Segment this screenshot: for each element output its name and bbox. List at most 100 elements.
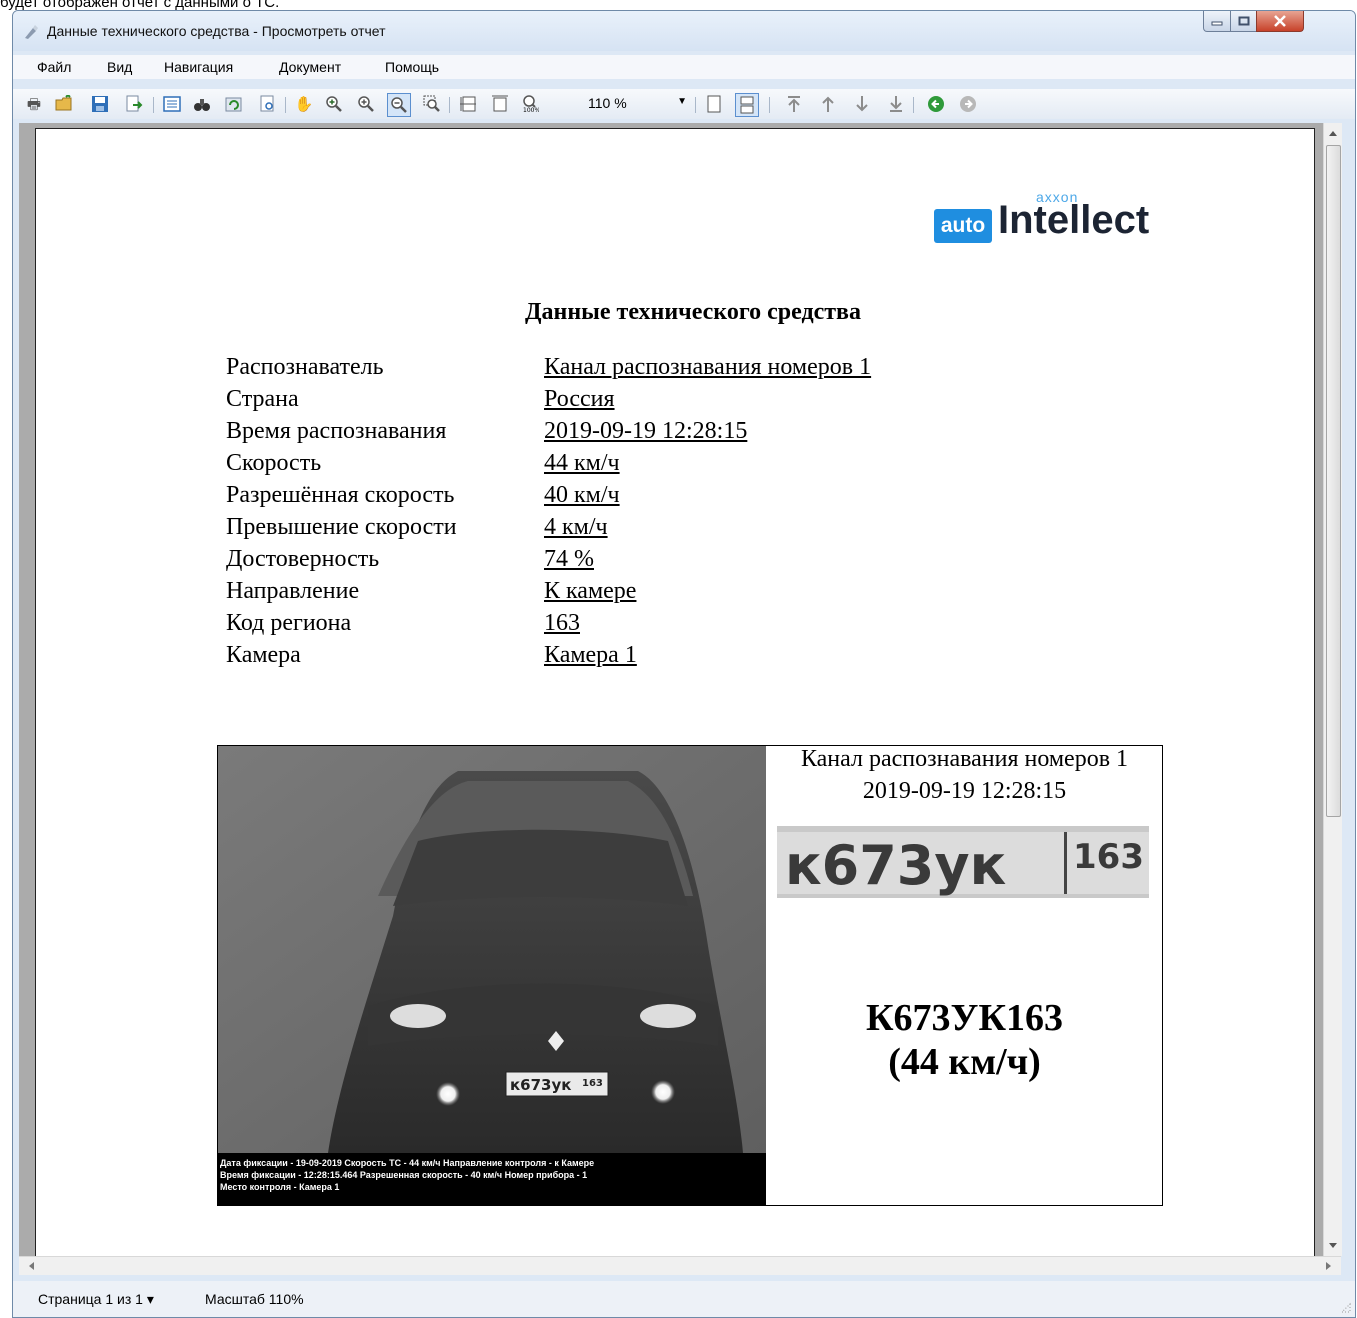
minimize-button[interactable] — [1203, 11, 1231, 32]
scroll-right-icon[interactable] — [1325, 1261, 1333, 1271]
zoom-out-icon[interactable] — [387, 93, 411, 117]
minimize-icon — [1211, 21, 1223, 26]
zoom-in-tool-icon[interactable] — [357, 95, 375, 113]
scroll-left-icon[interactable] — [27, 1261, 35, 1271]
menu-bar: Файл Вид Навигация Документ Помощь — [13, 55, 1355, 79]
fit-page-width-icon[interactable] — [459, 95, 477, 113]
plate-crop-region: 163 — [1073, 837, 1144, 877]
field-value-link[interactable]: 2019-09-19 12:28:15 — [544, 418, 747, 445]
recognized-plate-number: К673УК163 — [866, 997, 1063, 1039]
photo-plate-text: к673ук — [510, 1076, 571, 1094]
next-page-icon[interactable] — [853, 95, 871, 113]
vertical-scrollbar[interactable] — [1323, 123, 1342, 1256]
report-viewer-app-icon — [25, 25, 38, 39]
horizontal-scrollbar[interactable] — [19, 1256, 1341, 1275]
logo-name: Intellect — [998, 198, 1150, 242]
field-value-link[interactable]: К камере — [544, 578, 636, 605]
menu-help[interactable]: Помощь — [385, 59, 439, 75]
report-page: axxon auto Intellect Данные технического… — [35, 128, 1315, 1256]
event-time: 2019-09-19 12:28:15 — [862, 778, 1067, 804]
photo-plate-region: 163 — [582, 1078, 603, 1089]
field-value-link[interactable]: 163 — [544, 610, 580, 637]
photo-caption-line: Время фиксации - 12:28:15.464 Разрешенна… — [220, 1170, 588, 1180]
field-label: Распознаватель — [226, 354, 384, 380]
close-icon — [1274, 15, 1286, 27]
field-value-link[interactable]: Камера 1 — [544, 642, 637, 669]
license-plate-crop: к673ук 163 — [777, 826, 1149, 898]
field-label: Код региона — [226, 610, 352, 636]
axxon-intellect-logo: auto Intellect — [934, 197, 1164, 247]
window-title: Данные технического средства - Просмотре… — [47, 23, 386, 39]
field-value-link[interactable]: 4 км/ч — [544, 514, 608, 541]
vertical-scroll-thumb[interactable] — [1326, 145, 1341, 817]
forward-icon[interactable] — [959, 95, 977, 113]
report-viewport[interactable]: axxon auto Intellect Данные технического… — [19, 123, 1323, 1256]
menu-file[interactable]: Файл — [37, 59, 71, 75]
recognized-speed: (44 км/ч) — [888, 1041, 1041, 1083]
field-label: Страна — [226, 386, 299, 412]
field-value-link[interactable]: 74 % — [544, 546, 594, 573]
menu-view[interactable]: Вид — [107, 59, 132, 75]
actual-size-icon[interactable]: 100% — [521, 95, 539, 113]
title-bar: Данные технического средства - Просмотре… — [13, 11, 1355, 51]
close-button[interactable] — [1256, 11, 1304, 32]
maximize-icon — [1238, 16, 1249, 26]
toolbar: 🖶 ✋ 100% 110 % ▼ — [13, 89, 1355, 119]
back-icon[interactable] — [927, 95, 945, 113]
field-value-link[interactable]: 44 км/ч — [544, 450, 620, 477]
field-label: Скорость — [226, 450, 322, 476]
field-label: Камера — [226, 642, 301, 668]
single-page-icon[interactable] — [705, 95, 723, 113]
field-label: Превышение скорости — [226, 514, 457, 540]
field-label: Направление — [226, 578, 360, 604]
resize-grip-icon[interactable] — [1339, 1301, 1351, 1313]
vehicle-photo: к673ук 163 Дата фиксации - 19-09-2019 Ск… — [218, 746, 766, 1205]
menu-navigation[interactable]: Навигация — [164, 59, 233, 75]
find-icon[interactable] — [193, 95, 211, 113]
report-title: Данные технического средства — [525, 299, 861, 325]
event-info: Канал распознавания номеров 1 2019-09-19… — [767, 746, 1162, 1205]
field-value-link[interactable]: Канал распознавания номеров 1 — [544, 354, 871, 381]
hand-tool-icon[interactable]: ✋ — [295, 95, 314, 113]
field-value-link[interactable]: Россия — [544, 386, 615, 413]
field-label: Время распознавания — [226, 418, 447, 444]
refresh-icon[interactable] — [225, 95, 243, 113]
fit-whole-page-icon[interactable] — [491, 95, 509, 113]
menu-document[interactable]: Документ — [279, 59, 341, 75]
page-selector[interactable]: Страница 1 из 1 ▾ — [38, 1291, 154, 1308]
status-bar: Страница 1 из 1 ▾ Масштаб 110% — [13, 1281, 1355, 1317]
chevron-down-icon: ▼ — [677, 96, 687, 107]
zoom-select-value: 110 % — [588, 95, 627, 111]
last-page-icon[interactable] — [887, 95, 905, 113]
print-preview-icon[interactable] — [259, 95, 277, 113]
first-page-icon[interactable] — [785, 95, 803, 113]
print-icon[interactable]: 🖶 — [25, 95, 43, 113]
status-zoom: Масштаб 110% — [205, 1291, 304, 1307]
field-value-link[interactable]: 40 км/ч — [544, 482, 620, 509]
scroll-up-icon[interactable] — [1328, 129, 1338, 137]
export-icon[interactable] — [125, 95, 143, 113]
open-icon[interactable] — [55, 95, 73, 113]
plate-crop-text: к673ук — [785, 834, 1006, 897]
report-viewer-window: Данные технического средства - Просмотре… — [12, 10, 1356, 1318]
zoom-in-icon[interactable] — [325, 95, 343, 113]
page-caption: будет отображен отчет с данными о ТС. — [0, 0, 280, 11]
svg-text:100%: 100% — [523, 107, 539, 113]
car-photo-image: к673ук 163 — [218, 746, 766, 1153]
zoom-select[interactable]: 110 % ▼ — [583, 93, 689, 115]
photo-caption-line: Место контроля - Камера 1 — [220, 1182, 340, 1192]
scroll-down-icon[interactable] — [1328, 1242, 1338, 1250]
save-icon[interactable] — [91, 95, 109, 113]
recognition-event-block: к673ук 163 Дата фиксации - 19-09-2019 Ск… — [217, 745, 1163, 1206]
logo-auto-badge: auto — [934, 209, 992, 243]
previous-page-icon[interactable] — [819, 95, 837, 113]
zoom-area-icon[interactable] — [423, 95, 441, 113]
maximize-button[interactable] — [1230, 11, 1257, 32]
photo-caption: Дата фиксации - 19-09-2019 Скорость ТС -… — [218, 1153, 766, 1205]
event-channel: Канал распознавания номеров 1 — [800, 746, 1129, 772]
field-label: Разрешённая скорость — [226, 482, 455, 508]
continuous-pages-icon[interactable] — [735, 93, 759, 117]
table-of-contents-icon[interactable] — [163, 95, 181, 113]
photo-caption-line: Дата фиксации - 19-09-2019 Скорость ТС -… — [220, 1158, 595, 1168]
field-label: Достоверность — [226, 546, 380, 572]
